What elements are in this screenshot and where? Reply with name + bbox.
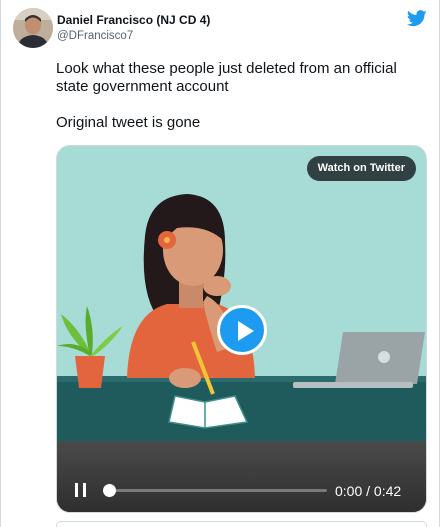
time-separator: / bbox=[366, 483, 371, 499]
tweet-paragraph: Original tweet is gone bbox=[56, 114, 201, 131]
progress-scrubber[interactable] bbox=[103, 484, 116, 497]
video-player[interactable]: Watch on Twitter 0:00 / 0:42 bbox=[56, 145, 427, 513]
twitter-bird-icon[interactable] bbox=[407, 10, 427, 27]
current-time: 0:00 bbox=[335, 483, 363, 499]
progress-track[interactable] bbox=[107, 489, 327, 492]
author-avatar[interactable] bbox=[13, 8, 53, 48]
play-button[interactable] bbox=[217, 305, 267, 355]
tweet-paragraph: Look what these people just deleted from… bbox=[56, 60, 397, 95]
time-display: 0:00 / 0:42 bbox=[335, 483, 401, 499]
video-thumbnail bbox=[57, 146, 426, 441]
pause-icon[interactable] bbox=[75, 483, 87, 497]
video-controls: 0:00 / 0:42 bbox=[57, 441, 426, 512]
author-handle[interactable]: @DFrancisco7 bbox=[57, 30, 133, 42]
author-name[interactable]: Daniel Francisco (NJ CD 4) bbox=[57, 13, 210, 27]
watch-on-twitter-button[interactable]: Watch on Twitter bbox=[306, 156, 416, 181]
duration: 0:42 bbox=[373, 483, 402, 499]
tweet-card: Daniel Francisco (NJ CD 4) @DFrancisco7 … bbox=[0, 0, 440, 527]
controls-background bbox=[57, 441, 426, 512]
next-card-edge bbox=[56, 521, 427, 527]
tweet-text: Look what these people just deleted from… bbox=[56, 60, 431, 132]
play-icon bbox=[238, 321, 254, 341]
